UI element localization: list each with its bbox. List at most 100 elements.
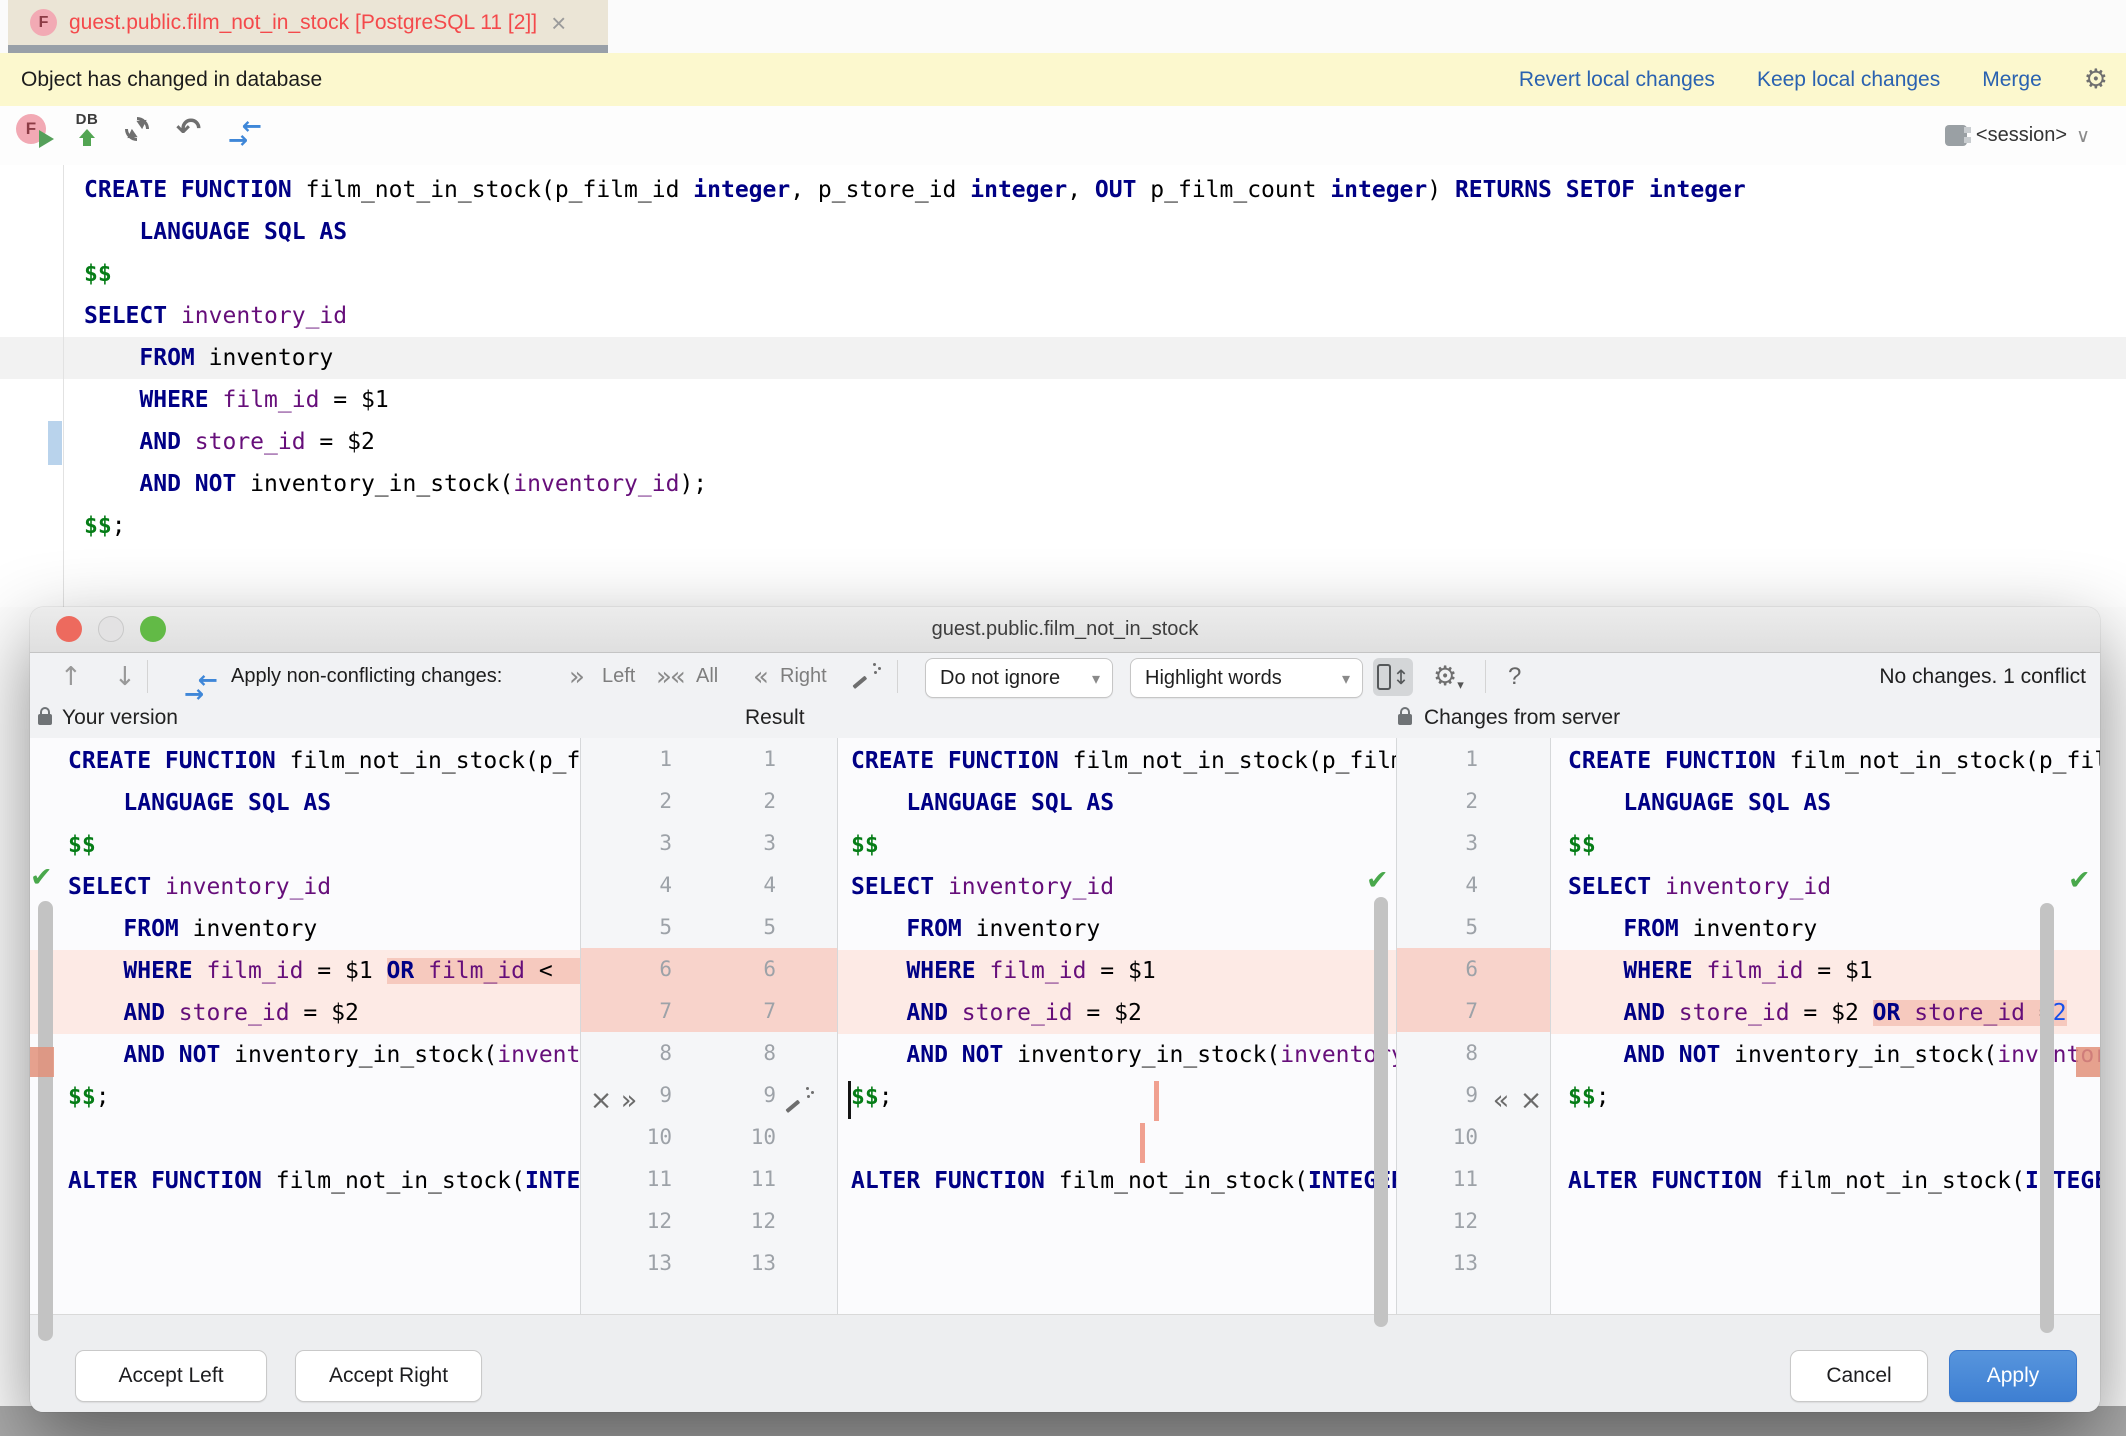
highlight-mode-dropdown[interactable]: Highlight words ▾ xyxy=(1130,658,1363,698)
code-line: $$; xyxy=(84,505,1746,547)
code-line: $$ xyxy=(30,824,580,866)
code-line: WHERE film_id = $1 xyxy=(838,950,1396,992)
code-line: SELECT inventory_id xyxy=(838,866,1396,908)
line-number: 8 xyxy=(1397,1032,1478,1074)
gutter-row: 3 xyxy=(1397,822,1550,864)
resolved-check-icon: ✔ xyxy=(30,862,53,893)
ignore-mode-dropdown[interactable]: Do not ignore ▾ xyxy=(925,658,1113,698)
line-number: 1 xyxy=(581,738,672,780)
tab-film-not-in-stock[interactable]: F guest.public.film_not_in_stock [Postgr… xyxy=(8,0,608,45)
chevron-down-icon: ∨ xyxy=(2076,125,2090,147)
lock-icon xyxy=(1398,714,1412,725)
server-version-editor[interactable]: CREATE FUNCTION film_not_in_stock(p_film… xyxy=(1551,738,2100,1314)
dropdown-arrow-icon: ▾ xyxy=(1092,669,1100,688)
ignore-change-icon[interactable]: × xyxy=(586,1079,616,1121)
tab-active-underline xyxy=(8,45,608,53)
submit-to-database-button[interactable]: DB xyxy=(72,111,102,146)
resolve-conflict-icon[interactable] xyxy=(786,1079,812,1121)
apply-right-label[interactable]: Right xyxy=(780,653,827,700)
apply-all-label[interactable]: All xyxy=(696,653,718,700)
gutter-row: 4 xyxy=(1397,864,1550,906)
accept-left-button[interactable]: Accept Left xyxy=(75,1350,267,1402)
merge-dialog: guest.public.film_not_in_stock ↑ ↓ ← → A… xyxy=(30,607,2100,1412)
upload-arrow-icon xyxy=(79,129,95,138)
gutter-row: 7 xyxy=(1397,990,1550,1032)
line-number: 7 xyxy=(1397,990,1478,1032)
keep-local-changes-link[interactable]: Keep local changes xyxy=(1757,68,1940,92)
accept-left-change-icon[interactable]: » xyxy=(614,1079,644,1121)
code-line: SELECT inventory_id xyxy=(1551,866,2100,908)
resolved-check-icon: ✔ xyxy=(1366,865,1389,896)
line-number: 4 xyxy=(581,864,672,906)
dialog-title-bar[interactable]: guest.public.film_not_in_stock xyxy=(30,607,2100,653)
apply-right-icon[interactable]: « xyxy=(753,653,767,700)
code-line: FROM inventory xyxy=(1551,908,2100,950)
accept-right-button[interactable]: Accept Right xyxy=(295,1350,482,1402)
sync-scroll-toggle[interactable]: ↕ xyxy=(1373,658,1413,696)
your-version-editor[interactable]: CREATE FUNCTION film_not_in_stock(p_film… xyxy=(30,738,580,1314)
code-line xyxy=(838,1118,1396,1160)
line-number: 5 xyxy=(1397,906,1478,948)
refresh-icon[interactable] xyxy=(124,116,150,142)
help-button[interactable]: ? xyxy=(1508,653,1521,700)
left-scrollbar-thumb[interactable] xyxy=(38,901,53,1341)
code-line: AND NOT inventory_in_stock(inventory_id)… xyxy=(838,1034,1396,1076)
settings-button[interactable]: ⚙ ▾ xyxy=(1433,653,1464,700)
run-function-button[interactable]: F xyxy=(16,114,46,144)
gutter-row: 10 xyxy=(1397,1116,1550,1158)
line-number: 12 xyxy=(581,1200,672,1242)
insertion-marker xyxy=(1140,1123,1145,1163)
code-line: CREATE FUNCTION film_not_in_stock(p_film… xyxy=(84,169,1746,211)
magic-resolve-icon[interactable] xyxy=(853,655,879,697)
line-number: 10 xyxy=(672,1116,776,1158)
compare-merge-icon[interactable]: ← → xyxy=(228,120,262,148)
line-number: 1 xyxy=(1397,738,1478,780)
line-number: 10 xyxy=(581,1116,672,1158)
conflict-scroll-marker[interactable] xyxy=(2076,1047,2100,1077)
code-line: FROM inventory xyxy=(838,908,1396,950)
line-number: 12 xyxy=(672,1200,776,1242)
line-number: 13 xyxy=(1397,1242,1478,1284)
apply-left-icon[interactable]: » xyxy=(569,653,583,700)
next-difference-button[interactable]: ↓ xyxy=(114,653,136,700)
revert-local-changes-link[interactable]: Revert local changes xyxy=(1519,68,1715,92)
previous-difference-button[interactable]: ↑ xyxy=(60,653,82,700)
accept-right-change-icon[interactable]: « xyxy=(1486,1079,1516,1121)
gutter-row: 12 xyxy=(1397,1200,1550,1242)
right-scrollbar-thumb[interactable] xyxy=(2040,903,2054,1333)
line-number: 12 xyxy=(1397,1200,1478,1242)
sql-editor[interactable]: CREATE FUNCTION film_not_in_stock(p_film… xyxy=(0,165,2126,607)
ignore-change-icon[interactable]: × xyxy=(1516,1079,1546,1121)
undo-icon[interactable]: ↶ xyxy=(176,112,201,147)
conflict-scroll-marker[interactable] xyxy=(30,1047,54,1077)
line-number: 5 xyxy=(581,906,672,948)
right-gutter: 12345678910111213 xyxy=(1397,738,1550,1314)
apply-button[interactable]: Apply xyxy=(1949,1350,2077,1402)
apply-all-changes-icon[interactable]: ← → xyxy=(184,674,218,702)
session-selector[interactable]: <session> ∨ xyxy=(1945,106,2090,165)
cancel-button[interactable]: Cancel xyxy=(1790,1350,1928,1402)
gutter-row: 1 xyxy=(1397,738,1550,780)
dialog-title: guest.public.film_not_in_stock xyxy=(30,607,2100,652)
code-line: LANGUAGE SQL AS xyxy=(1551,782,2100,824)
gutter-row: 44 xyxy=(581,864,837,906)
code-line: AND NOT inventory_in_stock(inventory_id)… xyxy=(1551,1034,2100,1076)
code-line: $$; xyxy=(30,1076,580,1118)
notification-bar: Object has changed in database Revert lo… xyxy=(0,53,2126,106)
ignore-mode-value: Do not ignore xyxy=(940,667,1060,690)
close-icon[interactable]: × xyxy=(551,10,566,36)
gutter-row: 6 xyxy=(1397,948,1550,990)
apply-all-icon[interactable]: »« xyxy=(656,653,684,700)
result-editor[interactable]: CREATE FUNCTION film_not_in_stock(p_film… xyxy=(838,738,1396,1314)
apply-non-conflicting-label: Apply non-conflicting changes: xyxy=(231,653,502,700)
apply-left-label[interactable]: Left xyxy=(602,653,635,700)
code-line xyxy=(30,1244,580,1286)
gear-icon[interactable]: ⚙ xyxy=(2084,66,2108,93)
tab-bar: F guest.public.film_not_in_stock [Postgr… xyxy=(0,0,2126,54)
line-number: 3 xyxy=(581,822,672,864)
gutter-row: 55 xyxy=(581,906,837,948)
result-scrollbar-thumb[interactable] xyxy=(1374,897,1388,1327)
merge-link[interactable]: Merge xyxy=(1982,68,2042,92)
line-number: 4 xyxy=(672,864,776,906)
notification-message: Object has changed in database xyxy=(21,68,322,92)
